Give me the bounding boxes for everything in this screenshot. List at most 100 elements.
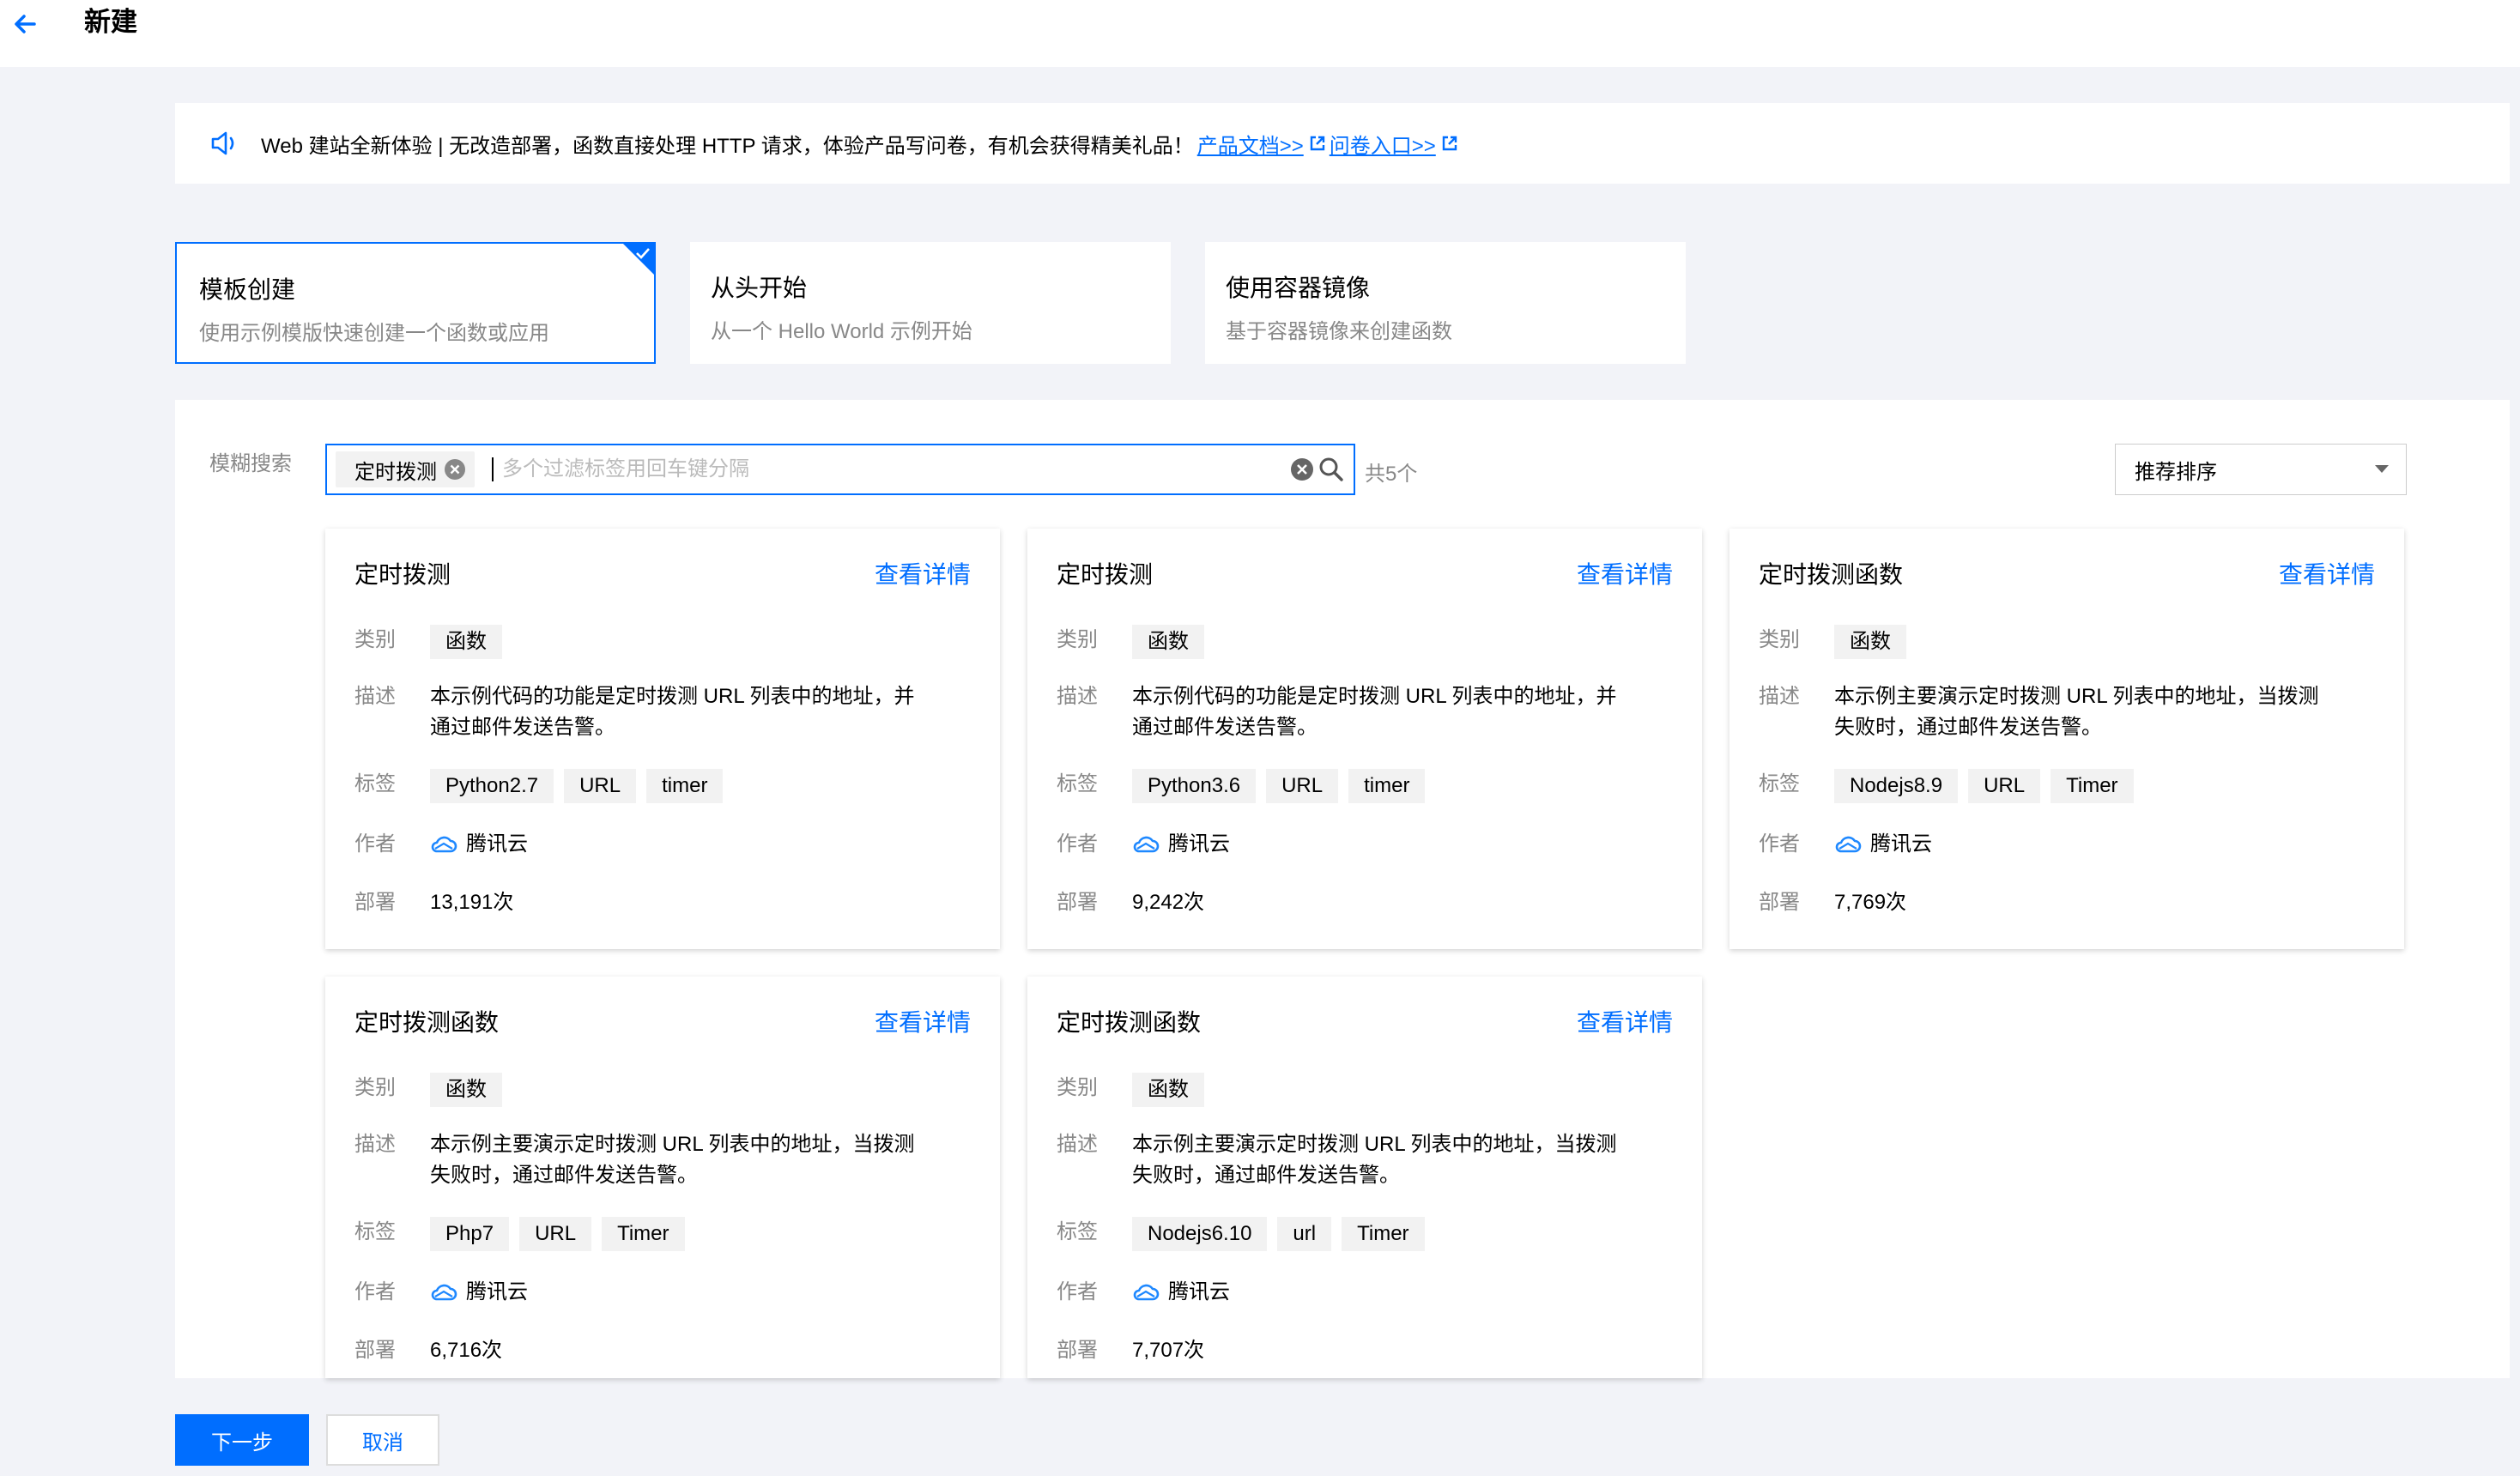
search-icon[interactable] <box>1318 456 1345 483</box>
view-details-link[interactable]: 查看详情 <box>875 558 971 592</box>
category-tag: 函数 <box>1132 1073 1204 1107</box>
category-tag: 函数 <box>1132 625 1204 659</box>
view-details-link[interactable]: 查看详情 <box>1577 1006 1673 1040</box>
category-tag: 函数 <box>430 625 502 659</box>
mode-card-container-image[interactable]: 使用容器镜像 基于容器镜像来创建函数 <box>1205 242 1686 364</box>
template-card[interactable]: 定时拨测函数 查看详情 类别 函数 描述 本示例主要演示定时拨测 URL 列表中… <box>325 977 1000 1378</box>
tencent-cloud-logo-icon <box>1133 836 1160 853</box>
template-card[interactable]: 定时拨测 查看详情 类别 函数 描述 本示例代码的功能是定时拨测 URL 列表中… <box>1027 529 1702 949</box>
desc-label: 描述 <box>354 685 396 708</box>
external-link-icon[interactable] <box>1441 135 1458 152</box>
template-tag: URL <box>564 769 637 803</box>
category-label: 类别 <box>1057 1076 1098 1099</box>
template-name: 定时拨测函数 <box>1057 1009 1202 1036</box>
top-header <box>0 0 2520 67</box>
view-details-link[interactable]: 查看详情 <box>875 1006 971 1040</box>
desc-line: 通过邮件发送告警。 <box>1132 716 1318 739</box>
category-row: 类别 函数 <box>354 1073 971 1107</box>
desc-line: 本示例主要演示定时拨测 URL 列表中的地址，当拨测 <box>430 1133 915 1156</box>
category-label: 类别 <box>354 628 396 651</box>
deploy-count: 9,242次 <box>1132 891 1205 914</box>
author-value: 腾讯云 <box>1132 1277 1230 1308</box>
tag-list: Python2.7 URL timer <box>430 769 733 803</box>
deploy-label: 部署 <box>354 1339 396 1362</box>
survey-link[interactable]: 问卷入口>> <box>1330 129 1436 159</box>
author-name: 腾讯云 <box>1870 832 1932 856</box>
desc-row: 描述 本示例主要演示定时拨测 URL 列表中的地址，当拨测 失败时，通过邮件发送… <box>1759 681 2375 743</box>
deploy-count: 7,769次 <box>1834 891 1907 914</box>
template-desc: 本示例主要演示定时拨测 URL 列表中的地址，当拨测 失败时，通过邮件发送告警。 <box>1834 681 2349 743</box>
mode-title: 从头开始 <box>711 275 808 301</box>
external-link-icon[interactable] <box>1309 135 1326 152</box>
template-tag: timer <box>1348 769 1426 803</box>
view-details-link[interactable]: 查看详情 <box>1577 558 1673 592</box>
template-tag: Timer <box>602 1217 685 1251</box>
tags-label: 标签 <box>354 772 396 795</box>
template-card[interactable]: 定时拨测 查看详情 类别 函数 描述 本示例代码的功能是定时拨测 URL 列表中… <box>325 529 1000 949</box>
template-name: 定时拨测函数 <box>1759 561 1904 588</box>
sort-select[interactable]: 推荐排序 <box>2115 444 2407 495</box>
deploy-count: 13,191次 <box>430 891 514 914</box>
dropdown-arrow-icon <box>2375 465 2389 473</box>
author-row: 作者 腾讯云 <box>1057 1277 1673 1308</box>
deploy-row: 部署 6,716次 <box>354 1335 971 1366</box>
category-row: 类别 函数 <box>354 625 971 659</box>
template-card[interactable]: 定时拨测函数 查看详情 类别 函数 描述 本示例主要演示定时拨测 URL 列表中… <box>1027 977 1702 1378</box>
search-input[interactable] <box>502 457 1275 481</box>
tag-list: Php7 URL Timer <box>430 1217 695 1251</box>
tag-search-box[interactable]: 定时拨测 <box>325 444 1355 495</box>
author-value: 腾讯云 <box>1132 829 1230 860</box>
desc-line: 失败时，通过邮件发送告警。 <box>1132 1164 1400 1187</box>
tencent-cloud-logo-icon <box>431 1284 457 1301</box>
text-caret <box>492 457 494 481</box>
deploy-row: 部署 13,191次 <box>354 887 971 918</box>
tags-label: 标签 <box>1759 772 1800 795</box>
tags-label: 标签 <box>354 1220 396 1243</box>
tag-list: Nodejs8.9 URL Timer <box>1834 769 2144 803</box>
author-label: 作者 <box>1057 1280 1098 1304</box>
deploy-row: 部署 7,769次 <box>1759 887 2375 918</box>
result-count: 共5个 <box>1365 463 1418 486</box>
tags-label: 标签 <box>1057 772 1098 795</box>
desc-label: 描述 <box>1057 685 1098 708</box>
category-label: 类别 <box>1759 628 1800 651</box>
mode-card-scratch[interactable]: 从头开始 从一个 Hello World 示例开始 <box>690 242 1171 364</box>
tencent-cloud-logo-icon <box>1133 1284 1160 1301</box>
card-header: 定时拨测函数 查看详情 <box>354 1006 971 1040</box>
cancel-button[interactable]: 取消 <box>326 1414 439 1466</box>
remove-tag-icon[interactable] <box>444 458 466 481</box>
product-docs-link[interactable]: 产品文档>> <box>1197 129 1304 159</box>
template-tag: Timer <box>1342 1217 1425 1251</box>
page-title: 新建 <box>84 7 137 37</box>
template-tag: url <box>1277 1217 1332 1251</box>
template-desc: 本示例主要演示定时拨测 URL 列表中的地址，当拨测 失败时，通过邮件发送告警。 <box>430 1129 945 1191</box>
category-tag: 函数 <box>430 1073 502 1107</box>
tags-row: 标签 Php7 URL Timer <box>354 1217 971 1251</box>
template-name: 定时拨测函数 <box>354 1009 500 1036</box>
tags-row: 标签 Python2.7 URL timer <box>354 769 971 803</box>
back-arrow-icon[interactable] <box>9 7 43 41</box>
card-header: 定时拨测函数 查看详情 <box>1759 558 2375 592</box>
tags-row: 标签 Python3.6 URL timer <box>1057 769 1673 803</box>
clear-icon[interactable] <box>1290 457 1314 481</box>
template-tag: Python3.6 <box>1132 769 1257 803</box>
author-name: 腾讯云 <box>1168 1280 1230 1304</box>
next-step-button[interactable]: 下一步 <box>175 1414 309 1466</box>
template-tag: Timer <box>2051 769 2134 803</box>
card-header: 定时拨测 查看详情 <box>354 558 971 592</box>
check-icon <box>636 248 650 259</box>
desc-line: 失败时，通过邮件发送告警。 <box>430 1164 698 1187</box>
desc-line: 失败时，通过邮件发送告警。 <box>1834 716 2102 739</box>
template-desc: 本示例主要演示定时拨测 URL 列表中的地址，当拨测 失败时，通过邮件发送告警。 <box>1132 1129 1647 1191</box>
filter-tag-label: 定时拨测 <box>354 460 437 484</box>
view-details-link[interactable]: 查看详情 <box>2279 558 2375 592</box>
desc-row: 描述 本示例主要演示定时拨测 URL 列表中的地址，当拨测 失败时，通过邮件发送… <box>354 1129 971 1191</box>
desc-line: 通过邮件发送告警。 <box>430 716 615 739</box>
mode-desc: 从一个 Hello World 示例开始 <box>711 320 972 343</box>
notice-text: Web 建站全新体验 | 无改造部署，函数直接处理 HTTP 请求，体验产品写问… <box>261 134 1194 158</box>
deploy-count: 6,716次 <box>430 1339 503 1362</box>
mode-card-template[interactable]: 模板创建 使用示例模版快速创建一个函数或应用 <box>175 242 656 364</box>
author-row: 作者 腾讯云 <box>354 1277 971 1308</box>
tags-row: 标签 Nodejs8.9 URL Timer <box>1759 769 2375 803</box>
template-card[interactable]: 定时拨测函数 查看详情 类别 函数 描述 本示例主要演示定时拨测 URL 列表中… <box>1729 529 2404 949</box>
